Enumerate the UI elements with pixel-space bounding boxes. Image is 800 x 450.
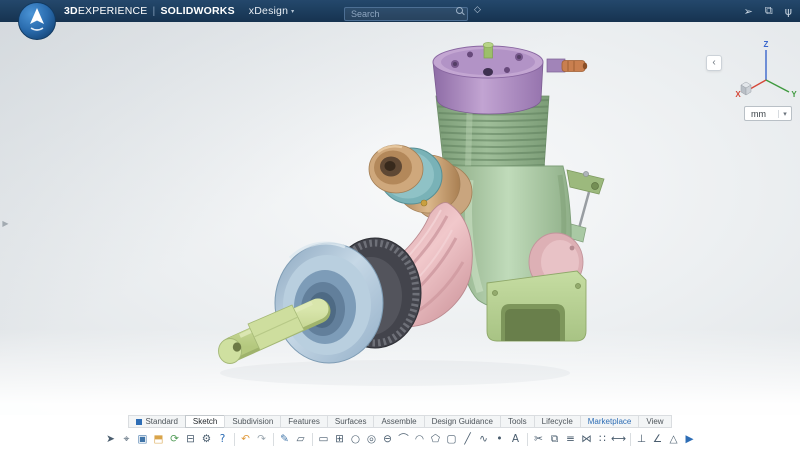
x-axis-label: X	[735, 90, 741, 99]
angle-icon[interactable]: ∠	[650, 431, 665, 447]
tab-label: View	[646, 417, 663, 426]
view-cube-icon[interactable]	[741, 82, 751, 95]
tab-view[interactable]: View	[638, 415, 671, 428]
tab-lifecycle[interactable]: Lifecycle	[534, 415, 580, 428]
brand-experience: EXPERIENCE	[78, 5, 148, 17]
units-dropdown[interactable]: mm ▾	[744, 106, 792, 121]
model-canvas[interactable]	[0, 22, 800, 415]
tab-label: Marketplace	[588, 417, 632, 426]
trim-icon[interactable]: ✂	[531, 431, 546, 447]
bottom-ribbon: Standard Sketch Subdivision Features Surface…	[0, 415, 800, 450]
ribbon-tabs: Standard Sketch Subdivision Features Surface…	[0, 415, 800, 428]
convert-entities-icon[interactable]: ⧉	[547, 431, 562, 447]
tab-marketplace[interactable]: Marketplace	[580, 415, 639, 428]
tab-standard[interactable]: Standard	[128, 415, 184, 428]
undo-icon[interactable]: ↶	[238, 431, 253, 447]
sync-icon[interactable]: ⟳	[167, 431, 182, 447]
plane-icon[interactable]: ▱	[293, 431, 308, 447]
app-switcher-caret-icon[interactable]: ▾	[291, 8, 294, 15]
open-icon[interactable]: ⬒	[151, 431, 166, 447]
tab-label: Subdivision	[232, 417, 273, 426]
orientation-triad[interactable]: Z X Y	[720, 38, 800, 106]
rectangle-icon[interactable]: ▭	[316, 431, 331, 447]
cylinder-head[interactable]	[433, 42, 543, 114]
toolbar-separator	[527, 433, 528, 446]
app-switcher[interactable]: xDesign	[249, 5, 288, 17]
tab-assemble[interactable]: Assemble	[373, 415, 423, 428]
standard-tab-icon	[136, 419, 142, 425]
y-axis-label: Y	[791, 90, 797, 99]
left-flyout-arrow[interactable]: ▶	[0, 215, 11, 233]
brand-3d: 3D	[64, 5, 78, 17]
ellipse-icon[interactable]: ⊖	[380, 431, 395, 447]
throttle-linkage[interactable]	[567, 170, 604, 242]
tab-label: Assemble	[381, 417, 416, 426]
send-icon[interactable]: ➢	[744, 5, 753, 18]
spline-icon[interactable]: ∿	[476, 431, 491, 447]
mirror-icon[interactable]: ⋈	[579, 431, 594, 447]
slot-icon[interactable]: ▢	[444, 431, 459, 447]
polygon-icon[interactable]: ⬠	[428, 431, 443, 447]
ground-shadow	[220, 360, 570, 386]
search-input[interactable]	[344, 7, 468, 21]
units-caret-icon: ▾	[778, 110, 791, 118]
exit-sketch-icon[interactable]: ▶	[682, 431, 697, 447]
tab-surfaces[interactable]: Surfaces	[327, 415, 374, 428]
brand-block: 3D EXPERIENCE | SOLIDWORKS xDesign ▾	[64, 0, 294, 22]
dimension-icon[interactable]: ⟷	[611, 431, 626, 447]
bottom-toolbar: ➤⌖▣⬒⟳⊟⚙? ↶↷ ✎▱ ▭⊞○◎⊖⌒◠⬠▢╱∿•A ✂⧉≡⋈∷⟷ ⊥∠△▶	[0, 429, 800, 449]
perimeter-circle-icon[interactable]: ◎	[364, 431, 379, 447]
tab-features[interactable]: Features	[280, 415, 327, 428]
pattern-icon[interactable]: ∷	[595, 431, 610, 447]
toolbar-separator	[273, 433, 274, 446]
settings-icon[interactable]: ⚙	[199, 431, 214, 447]
front-housing-ring[interactable]	[275, 243, 383, 363]
3dexperience-compass-logo[interactable]	[17, 1, 57, 41]
print-icon[interactable]: ⊟	[183, 431, 198, 447]
z-axis-label: Z	[764, 40, 769, 49]
tab-label: Sketch	[193, 417, 217, 426]
tab-label: Features	[288, 417, 320, 426]
box-select-icon[interactable]: ⌖	[119, 431, 134, 447]
help-icon[interactable]: ?	[215, 431, 230, 447]
text-icon[interactable]: A	[508, 431, 523, 447]
tab-label: Standard	[145, 417, 177, 426]
offset-icon[interactable]: ≡	[563, 431, 578, 447]
toolbar-separator	[630, 433, 631, 446]
tab-label: Surfaces	[335, 417, 367, 426]
circle-icon[interactable]: ○	[348, 431, 363, 447]
tab-sketch[interactable]: Sketch	[185, 415, 224, 428]
measure-icon[interactable]: △	[666, 431, 681, 447]
topbar-right-icons: ➢ ⧉ ψ	[744, 0, 792, 22]
units-value: mm	[745, 109, 778, 119]
three-point-arc-icon[interactable]: ◠	[412, 431, 427, 447]
point-icon[interactable]: •	[492, 431, 507, 447]
sketch-icon[interactable]: ✎	[277, 431, 292, 447]
select-tool-icon[interactable]: ➤	[103, 431, 118, 447]
tab-label: Tools	[508, 417, 527, 426]
toolbar-separator	[234, 433, 235, 446]
tab-subdivision[interactable]: Subdivision	[224, 415, 280, 428]
tab-tools[interactable]: Tools	[500, 415, 534, 428]
line-icon[interactable]: ╱	[460, 431, 475, 447]
redo-icon[interactable]: ↷	[254, 431, 269, 447]
search-container	[344, 4, 468, 18]
swym-icon[interactable]: ψ	[785, 5, 792, 18]
engine-mount[interactable]	[487, 271, 586, 341]
toolbar-separator	[312, 433, 313, 446]
center-rectangle-icon[interactable]: ⊞	[332, 431, 347, 447]
fuel-nipple[interactable]	[547, 59, 587, 72]
tab-design-guidance[interactable]: Design Guidance	[424, 415, 500, 428]
brand-separator: |	[153, 5, 156, 17]
tab-label: Design Guidance	[432, 417, 493, 426]
graphics-viewport[interactable]: ‹ Z X Y mm ▾ ▶	[0, 22, 800, 415]
relations-icon[interactable]: ⊥	[634, 431, 649, 447]
tab-label: Lifecycle	[542, 417, 573, 426]
save-icon[interactable]: ▣	[135, 431, 150, 447]
tag-icon[interactable]: ◇	[474, 5, 481, 15]
arc-icon[interactable]: ⌒	[396, 431, 411, 447]
search-icon[interactable]	[456, 7, 463, 14]
brand-product: SOLIDWORKS	[160, 5, 234, 17]
share-icon[interactable]: ⧉	[765, 4, 773, 18]
